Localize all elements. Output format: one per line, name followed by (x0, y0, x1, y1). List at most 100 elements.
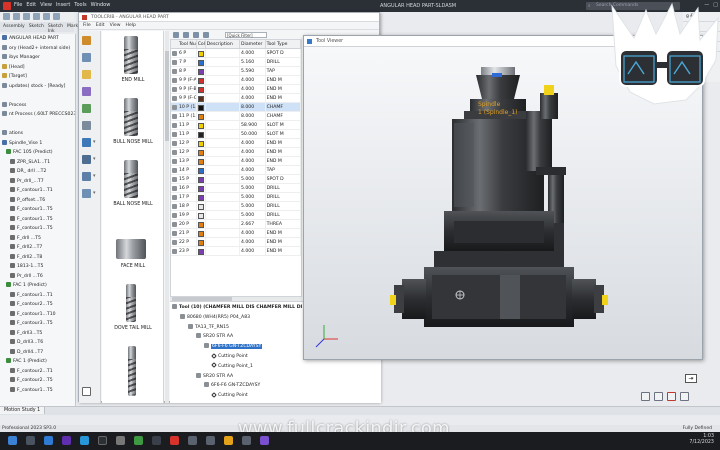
assembly-tree-item[interactable]: 6F6-F6 GN-TZCDAYSY (204, 382, 260, 390)
menu-item-insert[interactable]: Insert (56, 2, 70, 8)
tool-gallery-item[interactable]: END MILL (102, 31, 164, 91)
tool-gallery-item[interactable]: FACE MILL (102, 217, 164, 277)
tree-item[interactable]: FAC 105 (Predict) (0, 148, 75, 158)
taskbar-app-icon[interactable] (26, 436, 35, 445)
expand-arrow-button[interactable]: ⇥ (685, 374, 697, 383)
save-icon[interactable] (654, 392, 663, 401)
tool-gallery-item[interactable] (102, 341, 164, 401)
table-row[interactable]: 8 P 5.590 TAP (171, 67, 301, 76)
tool-type-icon[interactable] (82, 138, 91, 147)
taskbar-app-icon[interactable] (116, 436, 125, 445)
tree-item[interactable]: Process (0, 101, 75, 111)
tool-gallery-item[interactable]: BALL NOSE MILL (102, 155, 164, 215)
table-row[interactable]: 22 P 4.000 END M (171, 238, 301, 247)
table-row[interactable]: 7 P 5.160 DRILL (171, 58, 301, 67)
tool-gallery-item[interactable]: DOVE TAIL MILL (102, 279, 164, 339)
tab-assembly[interactable]: Assembly (2, 22, 26, 32)
tree-item[interactable]: ANGULAR HEAD PART (0, 34, 75, 44)
tree-item[interactable]: F_drll ...T5 (0, 234, 75, 244)
sort-icon[interactable] (183, 32, 189, 38)
column-header[interactable]: Description (206, 40, 240, 48)
chevron-down-icon[interactable]: ▾ (93, 190, 96, 196)
table-row[interactable]: 20 P 2.667 THREA (171, 220, 301, 229)
tree-item[interactable]: F_drll2...T7 (0, 243, 75, 253)
tree-item[interactable] (0, 120, 75, 130)
tab-motion-study[interactable]: Motion Study 1 (0, 407, 46, 414)
toolcrib-menu-edit[interactable]: Edit (96, 22, 105, 29)
tree-item[interactable]: DR_ drll ...T2 (0, 167, 75, 177)
tree-item[interactable]: F_contour1...T1 (0, 186, 75, 196)
assembly-tree-item[interactable]: SR20 STR AA (196, 372, 233, 381)
scroll-thumb[interactable] (165, 51, 169, 141)
tree-item[interactable]: F_contour1...T5 (0, 224, 75, 234)
tree-item[interactable]: Pr_drll ...T6 (0, 272, 75, 282)
table-row[interactable]: 21 P 4.000 END M (171, 229, 301, 238)
chevron-down-icon[interactable]: ▾ (93, 173, 96, 179)
tree-item[interactable]: ations (0, 129, 75, 139)
tree-item[interactable]: ory (Head2+ internal side) (0, 44, 75, 54)
tray-clock[interactable]: 1:03 7/12/2023 (689, 434, 714, 446)
table-row[interactable]: 12 P 4.000 END M (171, 139, 301, 148)
chevron-down-icon[interactable]: ▾ (93, 139, 96, 145)
tree-item[interactable]: [Head] (0, 63, 75, 73)
table-row[interactable]: 9 P (F-A) 4.000 END M (171, 76, 301, 85)
tree-item[interactable]: F_contour1...T5 (0, 215, 75, 225)
tool-type-icon[interactable] (82, 172, 91, 181)
taskbar-app-icon[interactable] (170, 436, 179, 445)
tree-item[interactable]: F_contour1...T10 (0, 310, 75, 320)
tree-item[interactable]: 1813-1...T5 (0, 262, 75, 272)
tool-type-icon[interactable] (82, 70, 91, 79)
chevron-down-icon[interactable]: ▾ (93, 156, 96, 162)
tool-type-icon[interactable] (82, 87, 91, 96)
toolbar-icon[interactable] (23, 13, 30, 20)
table-row[interactable]: 14 P 4.000 TAP (171, 166, 301, 175)
taskbar-app-icon[interactable] (44, 436, 53, 445)
tool-type-icon[interactable] (82, 53, 91, 62)
tool-type-icon[interactable] (82, 155, 91, 164)
tab-sketch-ink[interactable]: Sketch Ink (47, 22, 64, 34)
taskbar-app-icon[interactable] (242, 436, 251, 445)
tree-item[interactable]: F_contour1...T1 (0, 291, 75, 301)
save-as-icon[interactable] (667, 392, 676, 401)
taskbar-app-icon[interactable] (152, 436, 161, 445)
table-row[interactable]: 12 P 4.000 END M (171, 148, 301, 157)
tree-item[interactable]: D_drll4...T7 (0, 348, 75, 358)
menu-item-view[interactable]: View (40, 2, 52, 8)
quick-filter-select[interactable]: [Quick Filter] (225, 32, 267, 38)
assembly-tree-item[interactable]: SR20 STR AA (196, 333, 233, 341)
tree-item[interactable]: D_drll3...T6 (0, 338, 75, 348)
table-row[interactable]: 10 P (1... 8.000CHAMF (171, 103, 301, 112)
tree-item[interactable]: ZPR_SLA1...T1 (0, 158, 75, 168)
taskbar-app-icon[interactable] (206, 436, 215, 445)
filter-icon[interactable] (173, 32, 179, 38)
table-row[interactable]: 9 P (F-B) 4.000 END M (171, 85, 301, 94)
tree-item[interactable]: FAC 1 (Predict) (0, 281, 75, 291)
table-row[interactable]: 11 P 58.900 SLOT M (171, 121, 301, 130)
taskbar-app-icon[interactable] (260, 436, 269, 445)
column-header[interactable]: Tool Type (266, 40, 301, 48)
tree-item[interactable]: F_contour2...T5 (0, 376, 75, 386)
tree-item[interactable]: P_offset...T6 (0, 196, 75, 206)
print-icon[interactable] (641, 392, 650, 401)
tree-item[interactable]: F_drll3...T5 (0, 329, 75, 339)
taskbar-app-icon[interactable] (134, 436, 143, 445)
column-header[interactable]: Color (197, 40, 206, 48)
toolcrib-menu-file[interactable]: File (83, 22, 91, 29)
gallery-scrollbar[interactable] (165, 31, 169, 403)
columns-icon[interactable] (193, 32, 199, 38)
assembly-tree-item[interactable]: Cutting Point (211, 391, 248, 400)
column-header[interactable]: Diameter (240, 40, 266, 48)
table-row[interactable]: 18 P 5.000 DRILL (171, 202, 301, 211)
tool-type-icon[interactable] (82, 36, 91, 45)
assembly-tree-item[interactable]: Cutting Point_1 (211, 362, 253, 371)
tree-item[interactable]: F_contour1...T5 (0, 205, 75, 215)
tree-item[interactable]: nt Process (.60LT PRECCS023 - 56EXEC4) (0, 110, 75, 120)
table-row[interactable]: 23 P 4.000 END M (171, 247, 301, 256)
collapse-button[interactable] (82, 387, 91, 396)
tree-item[interactable]: F_contour3...T5 (0, 319, 75, 329)
tree-item[interactable]: FAC 1 (Predict) (0, 357, 75, 367)
menu-item-file[interactable]: File (14, 2, 22, 8)
tree-item[interactable]: F_contour2...T5 (0, 300, 75, 310)
toolcrib-menu-view[interactable]: View (110, 22, 121, 29)
start-icon[interactable] (8, 436, 17, 445)
